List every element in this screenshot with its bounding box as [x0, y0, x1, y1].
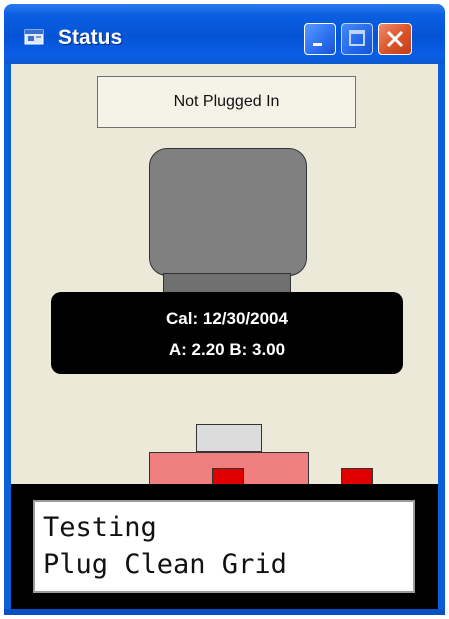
app-window-icon	[24, 28, 46, 46]
title-bar[interactable]: Status	[4, 4, 445, 64]
minimize-icon	[313, 43, 322, 46]
window-bottom-border	[4, 609, 445, 615]
minimize-button[interactable]	[304, 23, 336, 55]
client-area: Not Plugged In Cal: 12/30/2004 A: 2.20 B…	[11, 64, 438, 609]
lcd-line-1: Testing	[43, 512, 157, 543]
window-title: Status	[58, 26, 123, 49]
status-window: Status Not Plugged In Cal: 12/30/2004 A:…	[4, 4, 445, 615]
calibration-date: Cal: 12/30/2004	[166, 309, 288, 328]
sensor-head-graphic	[149, 148, 307, 276]
lcd-frame: Testing Plug Clean Grid	[11, 484, 438, 609]
maximize-icon	[349, 30, 365, 46]
connection-status-label: Not Plugged In	[97, 76, 356, 128]
calibration-coefficients: A: 2.20 B: 3.00	[168, 340, 286, 359]
close-icon	[386, 30, 404, 48]
calibration-panel: Cal: 12/30/2004 A: 2.20 B: 3.00	[51, 292, 403, 374]
lcd-line-2: Plug Clean Grid	[43, 549, 287, 580]
maximize-button[interactable]	[341, 23, 373, 55]
plug-top-graphic	[196, 424, 262, 452]
close-button[interactable]	[378, 23, 412, 55]
lcd-display: Testing Plug Clean Grid	[33, 500, 415, 593]
